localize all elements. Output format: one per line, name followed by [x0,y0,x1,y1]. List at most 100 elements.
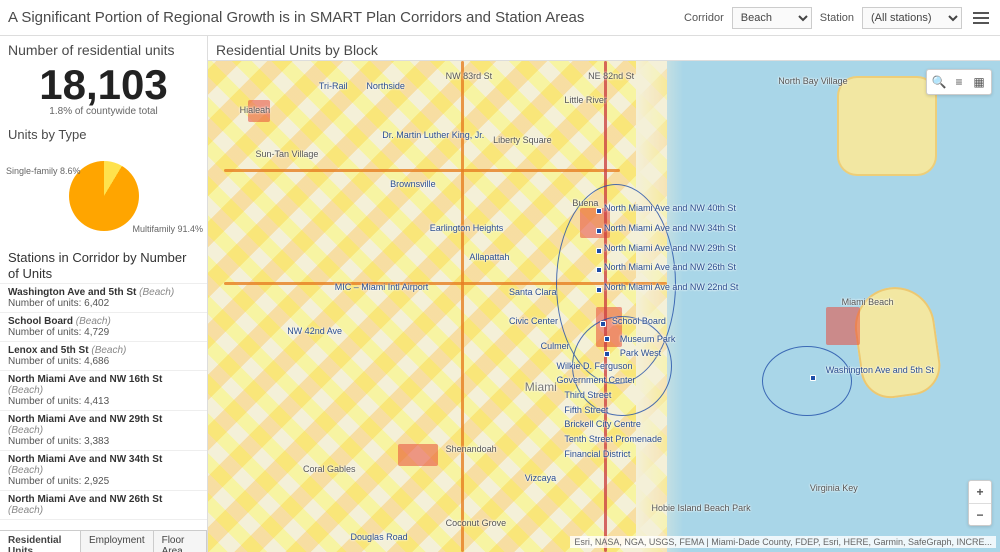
station-corridor: (Beach) [91,345,126,356]
map-title: Residential Units by Block [208,36,1000,60]
station-corridor: (Beach) [8,465,43,476]
map-pane: Residential Units by Block [208,36,1000,552]
place-label: Buena [572,198,598,208]
station-label[interactable]: Museum Park [620,334,676,344]
station-name: School Board [8,316,73,327]
list-item[interactable]: Lenox and 5th St (Beach) Number of units… [0,342,207,371]
station-dot[interactable] [604,351,610,357]
map-canvas[interactable]: Hialeah Tri-Rail Northside NW 83rd St NE… [208,60,1000,552]
place-label: Coconut Grove [446,518,507,528]
tab-floor-area[interactable]: Floor Area [154,531,207,552]
station-dot[interactable] [596,267,602,273]
station-units: Number of units: 4,686 [8,356,199,367]
station-dot[interactable] [604,336,610,342]
list-item[interactable]: North Miami Ave and NW 29th St (Beach) N… [0,411,207,451]
list-item[interactable]: School Board (Beach) Number of units: 4,… [0,313,207,342]
station-label[interactable]: Brickell City Centre [564,419,641,429]
station-name: North Miami Ave and NW 26th St [8,494,162,505]
tab-residential-units[interactable]: Residential Units [0,531,81,552]
station-corridor: (Beach) [8,505,43,516]
station-dot[interactable] [810,375,816,381]
station-units: Number of units: 3,383 [8,436,199,447]
sidebar: Number of residential units 18,103 1.8% … [0,36,208,552]
station-label[interactable]: North Miami Ave and NW 29th St [604,243,736,253]
station-label[interactable]: Park West [620,348,661,358]
list-item[interactable]: Washington Ave and 5th St (Beach) Number… [0,284,207,313]
place-label: Dr. Martin Luther King, Jr. [382,130,484,140]
station-dot[interactable] [596,228,602,234]
place-label: Hialeah [240,105,271,115]
place-label: Sun-Tan Village [256,149,319,159]
pie-label-multifamily: Multifamily 91.4% [132,224,203,234]
station-label[interactable]: Third Street [564,390,611,400]
search-icon[interactable]: 🔍 [930,73,948,91]
legend-icon[interactable]: ≡ [950,73,968,91]
station-list-title: Stations in Corridor by Number of Units [0,246,207,283]
menu-icon[interactable] [970,7,992,29]
place-label: Douglas Road [351,532,408,542]
pie-title: Units by Type [0,123,207,146]
place-label: Brownsville [390,179,436,189]
pie-chart: Single-family 8.6% Multifamily 91.4% [0,146,207,246]
station-corridor: (Beach) [8,425,43,436]
place-label: Tri-Rail [319,81,348,91]
place-label: Santa Clara [509,287,557,297]
zoom-in-button[interactable]: + [969,481,991,503]
station-label[interactable]: Wilkie D. Ferguson [556,361,632,371]
tab-employment[interactable]: Employment [81,531,154,552]
station-label[interactable]: Government Center [556,375,635,385]
page-title: A Significant Portion of Regional Growth… [8,9,676,26]
place-label: Earlington Heights [430,223,504,233]
station-units: Number of units: 4,729 [8,327,199,338]
place-label: NW 83rd St [446,71,493,81]
station-list[interactable]: Washington Ave and 5th St (Beach) Number… [0,283,207,530]
station-name: North Miami Ave and NW 16th St [8,374,162,385]
station-dot[interactable] [600,321,606,327]
place-label: NE 82nd St [588,71,634,81]
station-name: Lenox and 5th St [8,345,89,356]
station-label[interactable]: North Miami Ave and NW 26th St [604,262,736,272]
station-name: North Miami Ave and NW 34th St [8,454,162,465]
station-corridor: (Beach) [8,385,43,396]
place-label: Civic Center [509,316,558,326]
corridor-filter-select[interactable]: Beach [732,7,812,29]
zoom-control: + − [968,480,992,526]
place-label: NW 42nd Ave [287,326,342,336]
station-label[interactable]: Tenth Street Promenade [564,434,662,444]
place-label: Vizcaya [525,473,556,483]
zoom-out-button[interactable]: − [969,503,991,525]
station-label[interactable]: School Board [612,316,666,326]
place-label: Allapattah [469,252,509,262]
station-label[interactable]: North Miami Ave and NW 40th St [604,203,736,213]
station-label[interactable]: Washington Ave and 5th St [826,365,934,375]
place-label: Northside [366,81,405,91]
station-name: Washington Ave and 5th St [8,287,136,298]
place-label: Miami Beach [842,297,894,307]
station-corridor: (Beach) [76,316,111,327]
kpi-value: 18,103 [0,60,207,106]
corridor-filter-label: Corridor [684,12,724,24]
sidebar-tabs: Residential Units Employment Floor Area [0,530,207,552]
station-dot[interactable] [596,208,602,214]
map-attribution: Esri, NASA, NGA, USGS, FEMA | Miami-Dade… [570,536,996,548]
kpi-title: Number of residential units [0,36,207,60]
kpi-subtitle: 1.8% of countywide total [0,106,207,123]
place-label: Shenandoah [446,444,497,454]
station-label[interactable]: North Miami Ave and NW 34th St [604,223,736,233]
place-label: MIC – Miami Intl Airport [335,282,429,292]
map-toolbar: 🔍 ≡ ▦ [926,69,992,95]
station-dot[interactable] [596,248,602,254]
station-label[interactable]: Fifth Street [564,405,608,415]
place-label: North Bay Village [778,76,847,86]
station-label[interactable]: Financial District [564,449,630,459]
layers-icon[interactable]: ▦ [970,73,988,91]
station-dot[interactable] [596,287,602,293]
place-label: Coral Gables [303,464,356,474]
list-item[interactable]: North Miami Ave and NW 34th St (Beach) N… [0,451,207,491]
station-units: Number of units: 2,925 [8,476,199,487]
station-filter-select[interactable]: (All stations) [862,7,962,29]
list-item[interactable]: North Miami Ave and NW 26th St (Beach) [0,491,207,520]
pie-label-single-family: Single-family 8.6% [6,166,81,176]
list-item[interactable]: North Miami Ave and NW 16th St (Beach) N… [0,371,207,411]
station-label[interactable]: North Miami Ave and NW 22nd St [604,282,738,292]
